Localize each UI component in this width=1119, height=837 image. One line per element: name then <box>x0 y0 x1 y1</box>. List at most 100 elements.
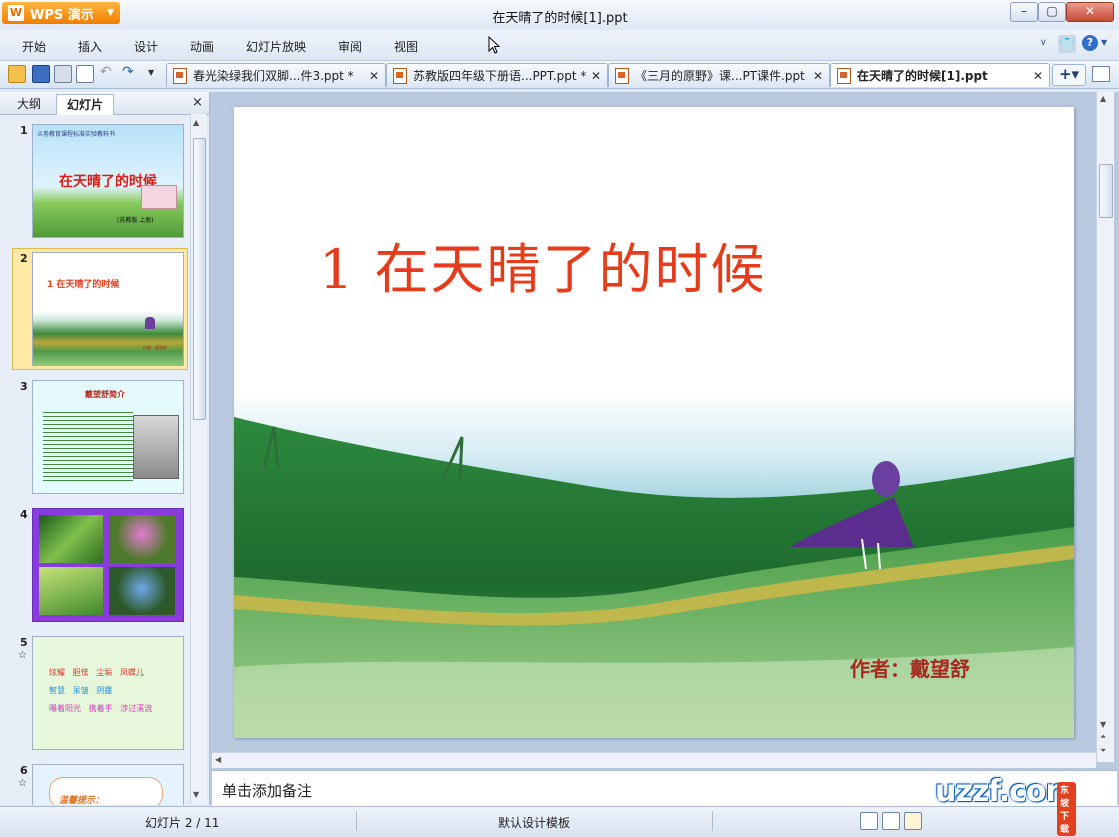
word-row-2: 智慧 呆皱 阴霾 <box>49 685 112 696</box>
print-icon[interactable] <box>54 65 72 83</box>
thumb-leaves-image <box>39 515 103 563</box>
new-tab-button[interactable]: +▾ <box>1052 64 1086 86</box>
word: 曝着阳光 <box>49 704 81 713</box>
title-bar: W WPS 演示 ▼ 在天晴了的时候[1].ppt – ▢ ✕ <box>0 0 1119 30</box>
menu-insert[interactable]: 插入 <box>78 38 102 55</box>
chevron-down-icon: ▼ <box>107 8 114 18</box>
tab-slides[interactable]: 幻灯片 <box>56 94 114 115</box>
word: 胆怯 <box>72 668 89 677</box>
scroll-left-icon[interactable]: ◀ <box>215 755 221 764</box>
save-icon[interactable] <box>32 65 50 83</box>
watermark-text: uzzf.com <box>935 774 1077 809</box>
window-title: 在天晴了的时候[1].ppt <box>492 11 628 26</box>
slide-thumbnail-6[interactable]: 温馨提示： <box>32 764 184 805</box>
panel-tabs: 大纲 幻灯片 × <box>0 92 209 115</box>
watermark-badge: 东坡下载 <box>1057 782 1076 836</box>
panel-close-icon[interactable]: × <box>192 95 203 110</box>
menu-home[interactable]: 开始 <box>22 38 46 55</box>
design-template-status: 默认设计模板 <box>498 816 571 830</box>
thumb-orchid-image <box>109 515 175 563</box>
thumb-grass-image <box>39 567 103 615</box>
tab-outline[interactable]: 大纲 <box>6 94 52 114</box>
doc-tab-4-active[interactable]: 在天晴了的时候[1].ppt ✕ <box>830 63 1050 87</box>
thumb-text-block <box>43 409 133 483</box>
close-tab-icon[interactable]: ✕ <box>813 69 823 83</box>
open-folder-icon[interactable] <box>8 65 26 83</box>
scroll-up-icon[interactable]: ▲ <box>193 118 199 127</box>
menu-animation[interactable]: 动画 <box>190 38 214 55</box>
slideshow-view-icon[interactable] <box>904 812 922 830</box>
slide-thumbnail-1[interactable]: 义务教育课程标准实验教科书 在天晴了的时候 (苏教版 上册) <box>32 124 184 238</box>
scroll-thumb[interactable] <box>1099 164 1113 218</box>
slide-thumbnail-5[interactable]: 炫耀 胆怯 尘垢 凤蝶儿 智慧 呆皱 阴霾 曝着阳光 携着手 涉过溪流 <box>32 636 184 750</box>
print-preview-icon[interactable] <box>76 65 94 83</box>
status-divider <box>356 811 357 831</box>
word: 呆皱 <box>72 686 89 695</box>
redo-icon[interactable]: ↷ <box>122 64 134 80</box>
ppt-file-icon <box>837 67 851 84</box>
skin-icon[interactable]: 👕 <box>1058 35 1076 53</box>
wps-logo-icon: W <box>8 5 24 21</box>
scroll-thumb[interactable] <box>193 138 206 420</box>
undo-icon[interactable]: ↶ <box>100 64 112 80</box>
menu-view[interactable]: 视图 <box>394 38 418 55</box>
word-row-3: 曝着阳光 携着手 涉过溪流 <box>49 703 152 714</box>
thumb-footer: (苏教版 上册) <box>117 217 154 224</box>
mouse-cursor-icon <box>488 36 501 54</box>
minimize-button[interactable]: – <box>1010 2 1038 22</box>
wps-app-label: WPS 演示 <box>30 7 94 23</box>
menu-bar: 开始 插入 设计 动画 幻灯片放映 审阅 视图 ∨ 👕 ? ▼ <box>0 30 1119 61</box>
doc-tab-3[interactable]: 《三月的原野》课...PT课件.ppt ✕ <box>608 63 830 87</box>
slide-thumbnail-3[interactable]: 戴望舒简介 <box>32 380 184 494</box>
slide-sorter-view-icon[interactable] <box>882 812 900 830</box>
word: 涉过溪流 <box>120 704 153 713</box>
scroll-down-icon[interactable]: ▼ <box>1100 720 1106 729</box>
thumb-girl-figure <box>145 317 155 329</box>
menu-design[interactable]: 设计 <box>134 38 158 55</box>
slide-background-meadow-image <box>234 107 1074 738</box>
menu-review[interactable]: 审阅 <box>338 38 362 55</box>
close-tab-icon[interactable]: ✕ <box>1033 69 1043 83</box>
thumb-title: 温馨提示： <box>59 796 105 805</box>
scroll-down-icon[interactable]: ▼ <box>193 790 199 799</box>
status-divider <box>712 811 713 831</box>
slides-panel: 大纲 幻灯片 × 1 义务教育课程标准实验教科书 在天晴了的时候 (苏教版 上册… <box>0 92 210 805</box>
thumb-title: 戴望舒简介 <box>85 390 125 399</box>
slide-author[interactable]: 作者：戴望舒 <box>850 653 970 682</box>
scroll-up-icon[interactable]: ▲ <box>1100 94 1106 103</box>
slide-title[interactable]: 1 在天晴了的时候 <box>319 225 767 304</box>
word: 阴霾 <box>96 686 113 695</box>
close-tab-icon[interactable]: ✕ <box>369 69 379 83</box>
slide-thumbnail-4[interactable] <box>32 508 184 622</box>
toolbar-dropdown-icon[interactable]: ▼ <box>148 68 154 77</box>
normal-view-icon[interactable] <box>860 812 878 830</box>
prev-slide-icon[interactable]: ⏶ <box>1100 732 1106 742</box>
help-dropdown-icon[interactable]: ▼ <box>1101 38 1107 47</box>
close-window-button[interactable]: ✕ <box>1066 2 1114 22</box>
slide-thumbnail-2[interactable]: 1 在天晴了的时候 作者：戴望舒 <box>32 252 184 366</box>
ppt-file-icon <box>393 67 407 84</box>
slide-number: 3 <box>20 380 28 393</box>
slide-count-status: 幻灯片 2 / 11 <box>145 816 220 830</box>
notes-placeholder[interactable]: 单击添加备注 <box>222 780 312 801</box>
word: 尘垢 <box>96 668 113 677</box>
close-tab-icon[interactable]: ✕ <box>591 69 601 83</box>
word-row-1: 炫耀 胆怯 尘垢 凤蝶儿 <box>49 667 144 678</box>
wps-app-menu-button[interactable]: W WPS 演示 ▼ <box>2 2 120 24</box>
editor-vertical-scrollbar[interactable]: ▲ ▼ ⏶ ⏷ <box>1096 92 1114 762</box>
current-slide[interactable]: 1 在天晴了的时候 作者：戴望舒 <box>234 107 1074 738</box>
tab-list-icon[interactable] <box>1092 66 1110 82</box>
panel-scrollbar[interactable]: ▲ ▼ <box>190 114 206 804</box>
watermark-logo: uzzf.com 东坡下载 <box>935 774 1077 836</box>
slide-number: 6 <box>20 764 28 777</box>
doc-tab-2[interactable]: 苏教版四年级下册语...PPT.ppt * ✕ <box>386 63 608 87</box>
help-icon[interactable]: ? <box>1082 35 1098 51</box>
animation-star-icon: ☆ <box>18 650 27 661</box>
editor-horizontal-scrollbar[interactable]: ◀ <box>212 752 1096 768</box>
next-slide-icon[interactable]: ⏷ <box>1100 746 1106 756</box>
ribbon-collapse-icon[interactable]: ∨ <box>1040 38 1047 48</box>
slide-number: 4 <box>20 508 28 521</box>
doc-tab-1[interactable]: 春光染绿我们双脚...件3.ppt * ✕ <box>166 63 386 87</box>
menu-slideshow[interactable]: 幻灯片放映 <box>246 38 306 55</box>
maximize-button[interactable]: ▢ <box>1038 2 1066 22</box>
